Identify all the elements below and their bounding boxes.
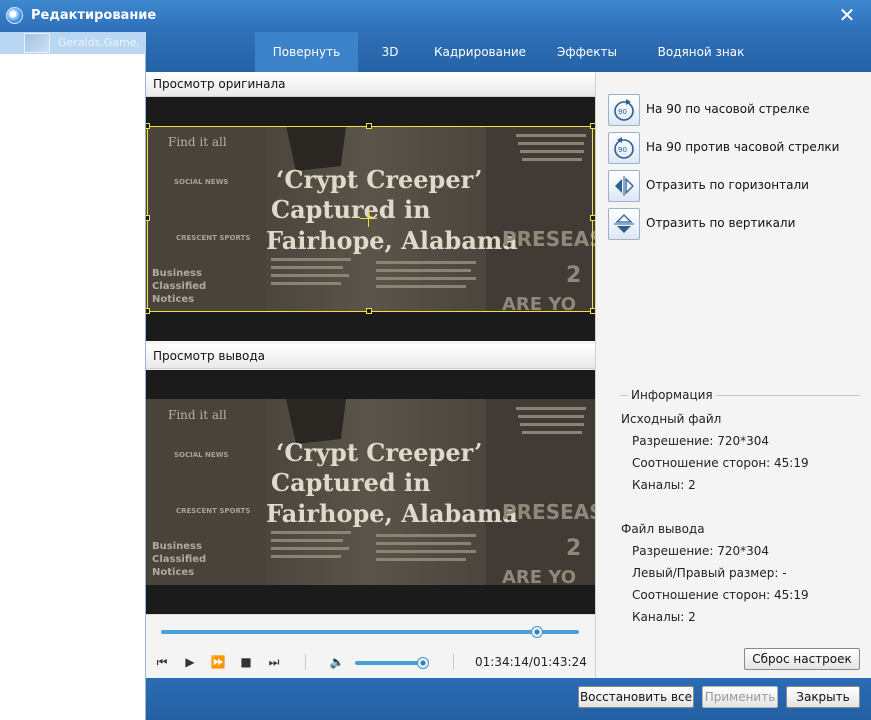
file-name: Geralds.Game. [58, 36, 141, 49]
next-frame-icon[interactable]: ⏭ [266, 654, 282, 670]
rotate-panel: 90 На 90 по часовой стрелке 90 На 90 про… [595, 72, 871, 678]
volume-icon[interactable]: 🔈 [329, 654, 345, 670]
rotate-counterclockwise-label: На 90 против часовой стрелки [646, 140, 840, 154]
output-video: Find it all SOCIAL NEWS CRESCENT SPORTS … [146, 370, 595, 614]
frame-right-line: 2 [566, 536, 581, 561]
crop-handle[interactable] [366, 308, 372, 314]
source-aspect-ratio: Соотношение сторон: 45:19 [632, 456, 809, 470]
timecode: 01:34:14/01:43:24 [475, 655, 587, 669]
seek-bar[interactable] [161, 630, 579, 634]
source-channels: Каналы: 2 [632, 478, 696, 492]
flip-horizontal-label: Отразить по горизонтали [646, 178, 809, 192]
reset-settings-button[interactable]: Сброс настроек [744, 648, 860, 670]
tab-effects[interactable]: Эффекты [546, 32, 628, 72]
flip-horizontal-icon [608, 170, 640, 202]
output-preview-title: Просмотр вывода [146, 344, 595, 369]
tab-3d[interactable]: 3D [366, 32, 414, 72]
tab-bar: Повернуть 3D Кадрирование Эффекты Водяно… [146, 32, 871, 72]
seek-knob[interactable] [531, 626, 544, 638]
restore-all-button[interactable]: Восстановить все [578, 686, 694, 708]
crosshair-icon[interactable] [368, 210, 369, 227]
file-list: Geralds.Game. [0, 32, 146, 720]
tab-crop[interactable]: Кадрирование [426, 32, 534, 72]
output-lr-size: Левый/Правый размер: - [632, 566, 787, 580]
rotate-90-label: 90 [618, 146, 627, 154]
frame-headline-line: ‘Crypt Creeper’ [276, 438, 482, 467]
preview-area: Просмотр оригинала Find it all SOCIAL NE… [146, 72, 595, 678]
divider [453, 654, 454, 670]
frame-side-line: Find it all [168, 408, 227, 422]
newspaper-frame-output: Find it all SOCIAL NEWS CRESCENT SPORTS … [146, 399, 595, 585]
frame-right-line: ARE YO [502, 567, 576, 585]
output-frame: Find it all SOCIAL NEWS CRESCENT SPORTS … [146, 399, 595, 585]
crop-handle[interactable] [366, 123, 372, 129]
output-resolution: Разрешение: 720*304 [632, 544, 770, 558]
title-bar: Редактирование ✕ [0, 0, 871, 32]
bottom-bar: Восстановить все Применить Закрыть [146, 678, 871, 720]
rotate-counterclockwise-icon: 90 [608, 132, 640, 164]
app-logo-icon [6, 7, 23, 24]
output-file-heading: Файл вывода [621, 522, 705, 536]
rotate-90-label: 90 [618, 108, 627, 116]
frame-side-line: CRESCENT SPORTS [176, 507, 250, 515]
rotate-clockwise-label: На 90 по часовой стрелке [646, 102, 810, 116]
tab-watermark[interactable]: Водяной знак [646, 32, 756, 72]
source-file-heading: Исходный файл [621, 412, 722, 426]
divider [305, 654, 306, 670]
frame-headline-line: Fairhope, Alabama [266, 499, 518, 528]
frame-side-line: SOCIAL NEWS [174, 451, 228, 459]
crop-handle[interactable] [146, 123, 150, 129]
crop-handle[interactable] [146, 308, 150, 314]
flip-vertical-label: Отразить по вертикали [646, 216, 796, 230]
file-list-item[interactable]: Geralds.Game. [0, 32, 146, 54]
volume-knob[interactable] [416, 657, 429, 669]
source-resolution: Разрешение: 720*304 [632, 434, 770, 448]
frame-right-line: PRESEASO [502, 500, 595, 524]
window-title: Редактирование [31, 8, 157, 23]
crop-frame[interactable] [147, 126, 593, 312]
apply-button[interactable]: Применить [702, 686, 778, 708]
crop-handle[interactable] [146, 215, 150, 221]
rotate-clockwise-icon: 90 [608, 94, 640, 126]
original-video: Find it all SOCIAL NEWS CRESCENT SPORTS … [146, 97, 595, 341]
info-legend: Информация [628, 388, 716, 402]
frame-side-line: Notices [152, 567, 194, 578]
output-channels: Каналы: 2 [632, 610, 696, 624]
stop-icon[interactable]: ■ [238, 654, 254, 670]
playback-controls: ⏮ ▶ ⏩ ■ ⏭ 🔈 01:34:14/01:43:24 [146, 646, 595, 678]
flip-vertical-icon [608, 208, 640, 240]
fast-forward-icon[interactable]: ⏩ [210, 654, 226, 670]
file-thumbnail [24, 33, 50, 53]
frame-headline-line: Captured in [271, 468, 431, 497]
tab-rotate[interactable]: Повернуть [255, 32, 358, 72]
frame-side-line: Business [152, 541, 202, 552]
output-aspect-ratio: Соотношение сторон: 45:19 [632, 588, 809, 602]
play-icon[interactable]: ▶ [182, 654, 198, 670]
close-icon[interactable]: ✕ [835, 4, 859, 28]
prev-frame-icon[interactable]: ⏮ [154, 654, 170, 670]
seek-bar-row [146, 614, 595, 644]
close-button[interactable]: Закрыть [786, 686, 860, 708]
original-preview-title: Просмотр оригинала [146, 72, 595, 97]
frame-side-line: Classified [152, 554, 206, 565]
